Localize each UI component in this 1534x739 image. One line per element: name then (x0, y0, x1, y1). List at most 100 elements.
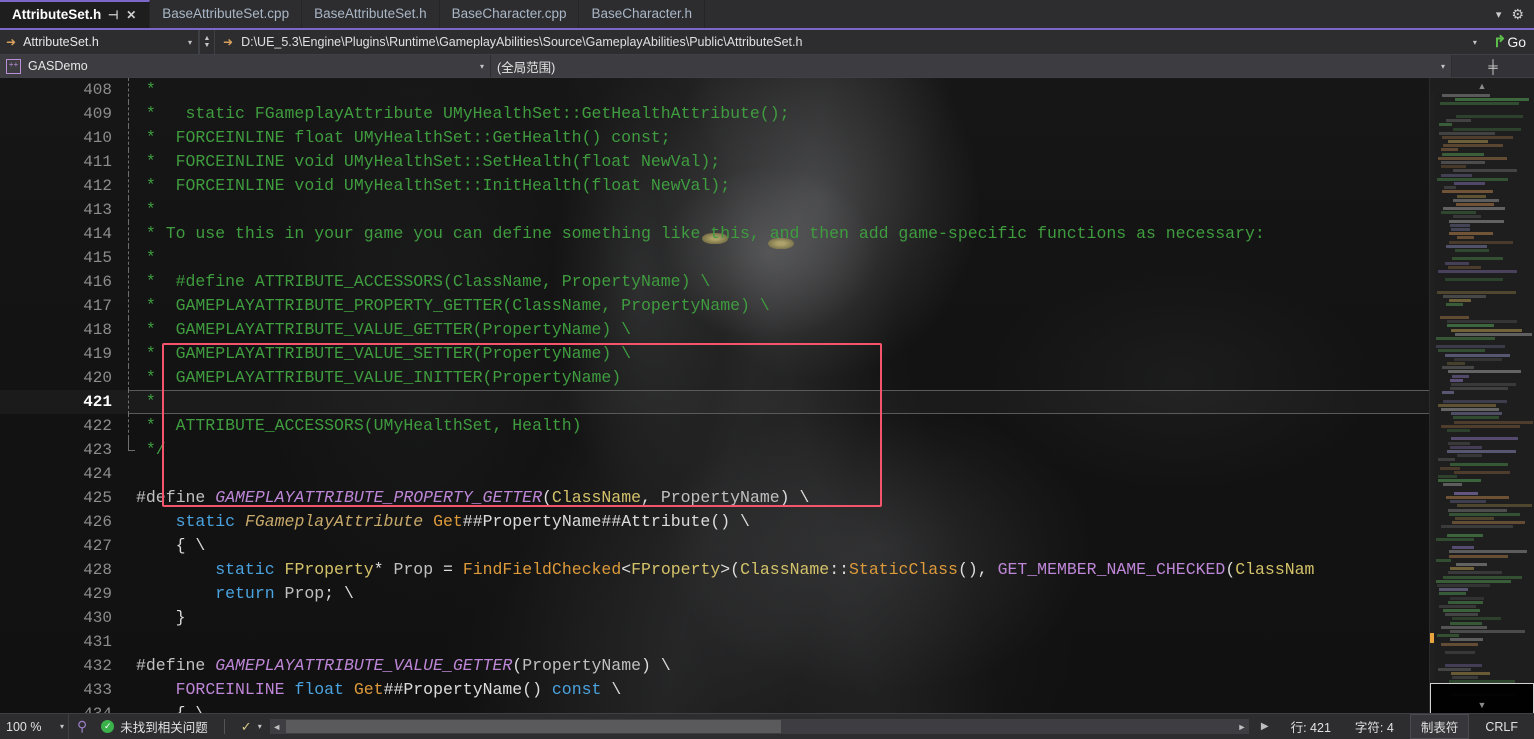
fold-guide[interactable] (120, 366, 136, 390)
tab-attributeset-h[interactable]: AttributeSet.h ⊣ ✕ (0, 0, 151, 28)
chevron-down-icon[interactable]: ▾ (1473, 38, 1477, 47)
code-line[interactable]: 428 static FProperty* Prop = FindFieldCh… (0, 558, 1429, 582)
line-number: 421 (83, 393, 112, 411)
code-line[interactable]: 418 * GAMEPLAYATTRIBUTE_VALUE_GETTER(Pro… (0, 318, 1429, 342)
code-minimap[interactable]: ▲ ▼ (1429, 78, 1534, 713)
code-line[interactable]: 431 (0, 630, 1429, 654)
scope-dropdown[interactable]: (全局范围) ▾ (491, 55, 1452, 77)
fold-guide[interactable] (120, 246, 136, 270)
chevron-down-icon[interactable]: ▾ (1441, 62, 1445, 71)
indentation-indicator[interactable]: 制表符 (1409, 714, 1470, 739)
issues-status[interactable]: ✓ 未找到相关问题 (95, 717, 214, 736)
fold-guide[interactable] (120, 558, 136, 582)
code-line[interactable]: 416 * #define ATTRIBUTE_ACCESSORS(ClassN… (0, 270, 1429, 294)
fold-guide[interactable] (120, 630, 136, 654)
fold-guide[interactable] (120, 294, 136, 318)
chevron-down-icon[interactable]: ▾ (60, 722, 64, 731)
fold-guide[interactable] (120, 534, 136, 558)
minimap-line (1438, 403, 1496, 407)
gear-icon[interactable]: ⚙ (1511, 6, 1524, 23)
zoom-level-dropdown[interactable]: 100 % ▾ (0, 714, 69, 739)
scrollbar-track[interactable] (283, 720, 1235, 733)
fold-guide[interactable] (120, 582, 136, 606)
line-ending-indicator[interactable]: CRLF (1473, 720, 1530, 734)
minimap-scroll-down-icon[interactable]: ▼ (1430, 697, 1534, 713)
tab-basecharacter-h[interactable]: BaseCharacter.h (579, 0, 706, 28)
code-line[interactable]: 430 } (0, 606, 1429, 630)
code-line[interactable]: 434 { \ (0, 702, 1429, 713)
go-button[interactable]: ↰ Go (1484, 30, 1534, 54)
code-line[interactable]: 420 * GAMEPLAYATTRIBUTE_VALUE_INITTER(Pr… (0, 366, 1429, 390)
code-line[interactable]: 410 * FORCEINLINE float UMyHealthSet::Ge… (0, 126, 1429, 150)
fold-guide[interactable] (120, 198, 136, 222)
code-line[interactable]: 429 return Prop; \ (0, 582, 1429, 606)
chevron-down-icon[interactable]: ▾ (188, 38, 192, 47)
scroll-right-icon[interactable]: ► (1235, 722, 1249, 732)
code-line[interactable]: 412 * FORCEINLINE void UMyHealthSet::Ini… (0, 174, 1429, 198)
code-line[interactable]: 423 */ (0, 438, 1429, 462)
tab-basecharacter-cpp[interactable]: BaseCharacter.cpp (439, 0, 580, 28)
fold-guide[interactable] (120, 318, 136, 342)
code-line[interactable]: 417 * GAMEPLAYATTRIBUTE_PROPERTY_GETTER(… (0, 294, 1429, 318)
code-line[interactable]: 419 * GAMEPLAYATTRIBUTE_VALUE_SETTER(Pro… (0, 342, 1429, 366)
nav-spinner[interactable]: ▲ ▼ (199, 30, 215, 54)
fold-guide[interactable] (120, 462, 136, 486)
code-line[interactable]: 415 * (0, 246, 1429, 270)
code-line[interactable]: 425 #define GAMEPLAYATTRIBUTE_PROPERTY_GE… (0, 486, 1429, 510)
horizontal-scrollbar[interactable]: ◄ ► (269, 719, 1249, 734)
fold-guide[interactable] (120, 414, 136, 438)
minimap-line (1449, 219, 1504, 223)
fold-guide[interactable] (120, 438, 136, 462)
pin-icon[interactable]: ⊣ (107, 9, 119, 21)
minimap-line (1448, 441, 1470, 445)
fold-guide[interactable] (120, 606, 136, 630)
code-line[interactable]: 408 * (0, 78, 1429, 102)
fold-guide[interactable] (120, 342, 136, 366)
fold-guide[interactable] (120, 390, 136, 414)
fold-guide[interactable] (120, 222, 136, 246)
spinner-down-icon[interactable]: ▼ (204, 42, 211, 49)
chevron-down-icon[interactable]: ▾ (258, 722, 262, 731)
code-line[interactable]: 421 * (0, 390, 1429, 414)
scroll-left-icon[interactable]: ◄ (270, 722, 284, 732)
fold-guide[interactable] (120, 150, 136, 174)
code-line[interactable]: 424 (0, 462, 1429, 486)
code-line[interactable]: 409 * static FGameplayAttribute UMyHealt… (0, 102, 1429, 126)
fold-guide[interactable] (120, 126, 136, 150)
expand-icon[interactable]: ▶ (1251, 721, 1279, 732)
file-path-bar[interactable]: ➜ D:\UE_5.3\Engine\Plugins\Runtime\Gamep… (215, 30, 1485, 54)
minimap-line (1442, 152, 1484, 156)
fold-guide[interactable] (120, 678, 136, 702)
project-dropdown[interactable]: ++ GASDemo ▾ (0, 55, 491, 77)
tab-baseattributeset-h[interactable]: BaseAttributeSet.h (302, 0, 440, 28)
chevron-down-icon[interactable]: ▾ (1496, 8, 1502, 21)
intellicode-icon[interactable]: ⚲ (69, 718, 95, 735)
fold-guide[interactable] (120, 486, 136, 510)
code-line[interactable]: 422 * ATTRIBUTE_ACCESSORS(UMyHealthSet, … (0, 414, 1429, 438)
code-line[interactable]: 427 { \ (0, 534, 1429, 558)
code-line[interactable]: 413 * (0, 198, 1429, 222)
code-editor[interactable]: 408 * 409 * static FGameplayAttribute UMy… (0, 78, 1429, 713)
code-line[interactable]: 433 FORCEINLINE float Get##PropertyName(… (0, 678, 1429, 702)
fold-guide[interactable] (120, 102, 136, 126)
fold-guide[interactable] (120, 270, 136, 294)
code-line[interactable]: 432 #define GAMEPLAYATTRIBUTE_VALUE_GETTE… (0, 654, 1429, 678)
minimap-scroll-up-icon[interactable]: ▲ (1430, 78, 1534, 94)
fold-guide[interactable] (120, 78, 136, 102)
tab-baseattributeset-cpp[interactable]: BaseAttributeSet.cpp (150, 0, 303, 28)
code-cleanup-button[interactable]: ✓ ▾ (235, 719, 268, 735)
code-line[interactable]: 411 * FORCEINLINE void UMyHealthSet::Set… (0, 150, 1429, 174)
code-line[interactable]: 414 * To use this in your game you can d… (0, 222, 1429, 246)
split-view-button[interactable]: ╪ (1452, 55, 1534, 77)
file-selector-dropdown[interactable]: ➜ AttributeSet.h ▾ (0, 30, 199, 54)
chevron-down-icon[interactable]: ▾ (480, 62, 484, 71)
scrollbar-thumb[interactable] (285, 720, 781, 733)
fold-guide[interactable] (120, 702, 136, 713)
spinner-up-icon[interactable]: ▲ (204, 35, 211, 42)
code-line[interactable]: 426 static FGameplayAttribute Get##Prope… (0, 510, 1429, 534)
fold-guide[interactable] (120, 654, 136, 678)
fold-guide[interactable] (120, 174, 136, 198)
fold-guide[interactable] (120, 510, 136, 534)
line-number: 433 (83, 681, 112, 699)
close-icon[interactable]: ✕ (125, 9, 137, 21)
